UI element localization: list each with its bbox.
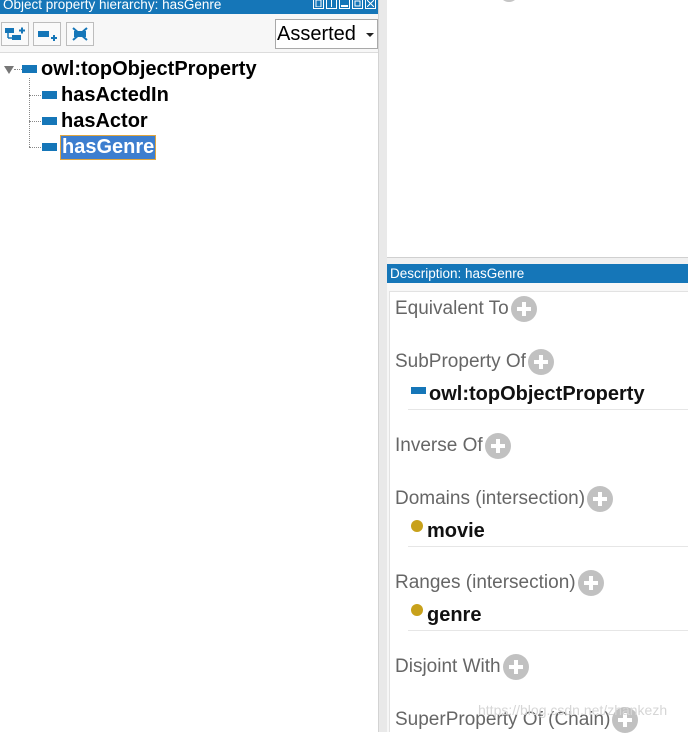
section-disjoint-with: Disjoint With bbox=[395, 652, 529, 682]
minimize-panel-icon[interactable] bbox=[339, 0, 350, 9]
class-icon bbox=[411, 604, 423, 616]
hierarchy-title: Object property hierarchy: hasGenre bbox=[3, 0, 222, 12]
entry-label: genre bbox=[427, 603, 482, 626]
range-entry[interactable]: genre bbox=[411, 602, 481, 628]
tree-node-label: hasActor bbox=[61, 109, 148, 132]
add-icon[interactable] bbox=[499, 0, 519, 2]
object-property-icon bbox=[42, 143, 57, 151]
tree-node-hasActedIn[interactable]: hasActedIn bbox=[42, 83, 169, 107]
description-title: Description: hasGenre bbox=[390, 266, 525, 281]
object-property-icon bbox=[411, 386, 426, 394]
upper-view-panel bbox=[387, 0, 688, 258]
tree-connector bbox=[29, 121, 41, 122]
section-inverse-of: Inverse Of bbox=[395, 431, 511, 461]
add-domain-button[interactable] bbox=[587, 486, 614, 512]
tree-node-label: owl:topObjectProperty bbox=[41, 57, 257, 80]
collapse-arrow-icon[interactable] bbox=[4, 66, 14, 74]
add-disjoint-button[interactable] bbox=[502, 654, 529, 680]
domain-entry[interactable]: movie bbox=[411, 518, 485, 544]
property-hierarchy-panel: Object property hierarchy: hasGenre Asse… bbox=[0, 0, 378, 732]
add-range-button[interactable] bbox=[577, 570, 604, 596]
add-sibling-property-button[interactable] bbox=[33, 22, 61, 46]
tree-node-label: hasGenre bbox=[59, 134, 157, 160]
help-icon[interactable] bbox=[313, 0, 324, 9]
pane-splitter[interactable] bbox=[378, 0, 387, 732]
hierarchy-view-value: Asserted bbox=[277, 23, 356, 45]
divider bbox=[408, 630, 688, 631]
section-subproperty-of: SubProperty Of bbox=[395, 347, 554, 377]
add-subproperty-icon bbox=[5, 27, 25, 40]
hierarchy-title-bar: Object property hierarchy: hasGenre bbox=[0, 0, 378, 14]
section-label: SubProperty Of bbox=[395, 351, 526, 372]
delete-property-icon bbox=[72, 27, 88, 41]
section-ranges: Ranges (intersection) bbox=[395, 568, 604, 598]
add-subproperty-button[interactable] bbox=[1, 22, 29, 46]
add-inverse-button[interactable] bbox=[484, 433, 511, 459]
tree-node-root[interactable]: owl:topObjectProperty bbox=[22, 57, 257, 81]
divider bbox=[408, 546, 688, 547]
section-label: Domains (intersection) bbox=[395, 488, 586, 509]
section-label: Ranges (intersection) bbox=[395, 572, 576, 593]
tree-connector bbox=[29, 95, 41, 96]
section-label: Inverse Of bbox=[395, 435, 483, 456]
maximize-panel-icon[interactable] bbox=[352, 0, 363, 9]
description-title-bar: Description: hasGenre bbox=[387, 264, 688, 283]
float-panel-icon[interactable] bbox=[326, 0, 337, 9]
tree-connector bbox=[29, 78, 30, 147]
tree-connector bbox=[14, 69, 22, 70]
object-property-icon bbox=[42, 91, 57, 99]
hierarchy-view-select[interactable]: Asserted bbox=[275, 19, 378, 49]
object-property-icon bbox=[42, 117, 57, 125]
add-equivalent-button[interactable] bbox=[510, 296, 537, 322]
chevron-down-icon bbox=[366, 33, 374, 37]
panel-window-controls bbox=[313, 0, 376, 9]
section-equivalent-to: Equivalent To bbox=[395, 294, 537, 324]
tree-node-label: hasActedIn bbox=[61, 83, 169, 106]
tree-node-hasGenre[interactable]: hasGenre bbox=[42, 134, 157, 160]
divider bbox=[408, 409, 688, 410]
section-label: Disjoint With bbox=[395, 656, 501, 677]
close-panel-icon[interactable] bbox=[365, 0, 376, 9]
watermark: https://blog.csdn.net/zhankezh bbox=[478, 702, 668, 718]
delete-property-button[interactable] bbox=[66, 22, 94, 46]
add-subproperty-of-button[interactable] bbox=[527, 349, 554, 375]
subproperty-of-entry[interactable]: owl:topObjectProperty bbox=[411, 381, 645, 407]
class-icon bbox=[411, 520, 423, 532]
object-property-icon bbox=[22, 65, 37, 73]
tree-connector bbox=[29, 147, 41, 148]
section-domains: Domains (intersection) bbox=[395, 484, 614, 514]
tree-node-hasActor[interactable]: hasActor bbox=[42, 109, 148, 133]
add-sibling-property-icon bbox=[38, 31, 57, 41]
entry-label: owl:topObjectProperty bbox=[429, 382, 645, 405]
entry-label: movie bbox=[427, 519, 485, 542]
section-label: Equivalent To bbox=[395, 298, 509, 319]
